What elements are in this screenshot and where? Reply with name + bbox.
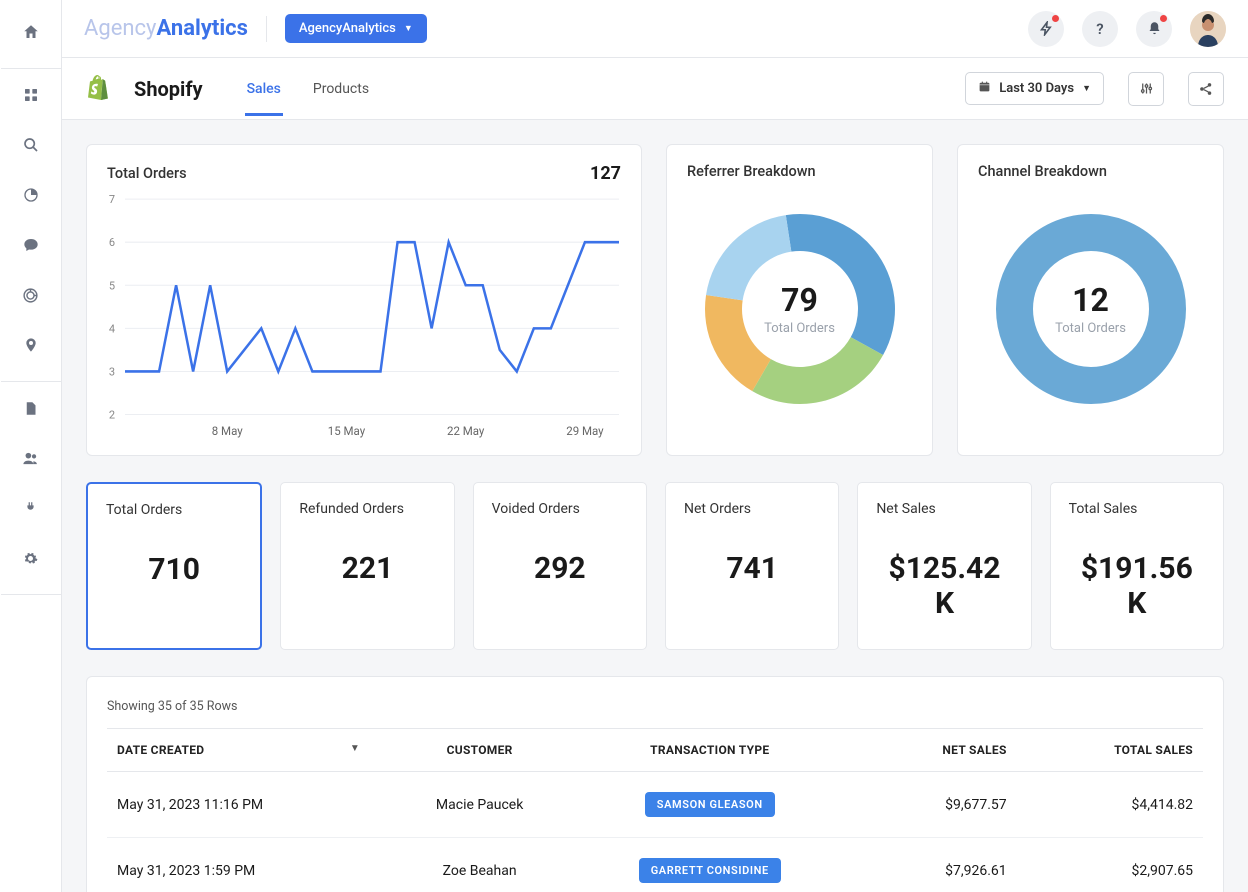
cell-type: SAMSON GLEASON	[589, 772, 830, 838]
date-range-button[interactable]: Last 30 Days ▼	[965, 72, 1104, 105]
workspace-dropdown[interactable]: AgencyAnalytics ▼	[285, 14, 427, 43]
col-type[interactable]: TRANSACTION TYPE	[589, 729, 830, 772]
card-title: Total Orders	[107, 165, 187, 182]
kpi-title: Total Orders	[106, 502, 242, 518]
kpi-card[interactable]: Refunded Orders 221	[280, 482, 454, 650]
svg-text:22 May: 22 May	[447, 424, 485, 438]
kpi-title: Refunded Orders	[299, 501, 435, 517]
cell-date: May 31, 2023 1:59 PM	[107, 838, 370, 892]
settings-sliders-icon[interactable]	[1128, 72, 1164, 106]
kpi-title: Net Orders	[684, 501, 820, 517]
table-row[interactable]: May 31, 2023 1:59 PM Zoe Beahan GARRETT …	[107, 838, 1203, 892]
card-title: Referrer Breakdown	[687, 163, 912, 180]
pin-icon[interactable]	[11, 325, 51, 365]
card-title: Channel Breakdown	[978, 163, 1203, 180]
orders-table-card: Showing 35 of 35 Rows DATE CREATED▼ CUST…	[86, 676, 1224, 892]
orders-table: DATE CREATED▼ CUSTOMER TRANSACTION TYPE …	[107, 728, 1203, 892]
col-date[interactable]: DATE CREATED▼	[107, 729, 370, 772]
cell-date: May 31, 2023 11:16 PM	[107, 772, 370, 838]
bell-icon[interactable]	[1136, 11, 1172, 47]
cell-net: $7,926.61	[830, 838, 1016, 892]
cell-customer: Zoe Beahan	[370, 838, 589, 892]
gear-icon[interactable]	[11, 538, 51, 578]
users-icon[interactable]	[11, 438, 51, 478]
referrer-breakdown-card: Referrer Breakdown 79 Total Orders	[666, 144, 933, 456]
table-row[interactable]: May 31, 2023 11:16 PM Macie Paucek SAMSO…	[107, 772, 1203, 838]
channel-breakdown-card: Channel Breakdown 12 Total Orders	[957, 144, 1224, 456]
kpi-title: Voided Orders	[492, 501, 628, 517]
tab-products[interactable]: Products	[311, 61, 371, 116]
svg-text:6: 6	[109, 236, 115, 249]
col-customer[interactable]: CUSTOMER	[370, 729, 589, 772]
divider	[266, 16, 267, 42]
col-total[interactable]: TOTAL SALES	[1017, 729, 1203, 772]
cell-net: $9,677.57	[830, 772, 1016, 838]
kpi-row: Total Orders 710 Refunded Orders 221 Voided …	[86, 482, 1224, 650]
transaction-badge[interactable]: GARRETT CONSIDINE	[639, 858, 781, 883]
kpi-card[interactable]: Net Sales $125.42 K	[857, 482, 1031, 650]
nav-sidebar	[0, 0, 62, 892]
kpi-title: Total Sales	[1069, 501, 1205, 517]
dashboard-icon[interactable]	[11, 75, 51, 115]
kpi-value: 292	[492, 551, 628, 586]
calendar-icon	[978, 80, 991, 97]
shopify-icon	[86, 76, 110, 102]
kpi-value: 710	[106, 552, 242, 587]
svg-text:2: 2	[109, 409, 115, 422]
chevron-down-icon: ▼	[404, 23, 413, 34]
kpi-card[interactable]: Total Sales $191.56 K	[1050, 482, 1224, 650]
report-icon[interactable]	[11, 388, 51, 428]
kpi-value: 741	[684, 551, 820, 586]
page-title: Shopify	[134, 77, 203, 101]
help-icon[interactable]: ?	[1082, 11, 1118, 47]
svg-text:4: 4	[109, 322, 115, 335]
share-icon[interactable]	[1188, 72, 1224, 106]
transaction-badge[interactable]: SAMSON GLEASON	[645, 792, 775, 817]
kpi-card[interactable]: Net Orders 741	[665, 482, 839, 650]
content-area: Total Orders 127 2 3 4 5 6 7 8 May 15 May 22 May…	[62, 120, 1248, 892]
donut-center-value: 79	[764, 281, 835, 319]
donut-center-label: Total Orders	[1055, 321, 1126, 336]
line-chart: 2 3 4 5 6 7 8 May 15 May 22 May 29 May	[105, 193, 625, 443]
kpi-card[interactable]: Total Orders 710	[86, 482, 262, 650]
home-icon[interactable]	[11, 12, 51, 52]
kpi-value: $125.42 K	[876, 551, 1012, 621]
kpi-title: Net Sales	[876, 501, 1012, 517]
kpi-card[interactable]: Voided Orders 292	[473, 482, 647, 650]
svg-text:7: 7	[109, 193, 115, 206]
donut-center-label: Total Orders	[764, 321, 835, 336]
cell-customer: Macie Paucek	[370, 772, 589, 838]
chat-icon[interactable]	[11, 225, 51, 265]
svg-text:29 May: 29 May	[566, 424, 604, 438]
top-header: AgencyAnalytics AgencyAnalytics ▼ ?	[62, 0, 1248, 58]
svg-text:8 May: 8 May	[212, 424, 243, 438]
card-value: 127	[590, 163, 621, 184]
search-icon[interactable]	[11, 125, 51, 165]
cell-total: $2,907.65	[1017, 838, 1203, 892]
target-icon[interactable]	[11, 275, 51, 315]
activity-icon[interactable]	[1028, 11, 1064, 47]
plug-icon[interactable]	[11, 488, 51, 528]
svg-text:5: 5	[109, 279, 115, 292]
total-orders-chart-card: Total Orders 127 2 3 4 5 6 7 8 May 15 May 22 May…	[86, 144, 642, 456]
cell-total: $4,414.82	[1017, 772, 1203, 838]
page-header: Shopify Sales Products Last 30 Days ▼	[62, 58, 1248, 120]
kpi-value: 221	[299, 551, 435, 586]
table-rows-info: Showing 35 of 35 Rows	[107, 695, 1203, 728]
sort-desc-icon: ▼	[350, 743, 360, 754]
col-net[interactable]: NET SALES	[830, 729, 1016, 772]
svg-text:15 May: 15 May	[328, 424, 366, 438]
tabs: Sales Products	[245, 61, 371, 116]
cell-type: GARRETT CONSIDINE	[589, 838, 830, 892]
tab-sales[interactable]: Sales	[245, 61, 283, 116]
donut-center-value: 12	[1055, 281, 1126, 319]
kpi-value: $191.56 K	[1069, 551, 1205, 621]
pie-chart-icon[interactable]	[11, 175, 51, 215]
chevron-down-icon: ▼	[1082, 83, 1091, 94]
brand-logo[interactable]: AgencyAnalytics	[84, 16, 248, 41]
user-avatar[interactable]	[1190, 11, 1226, 47]
svg-text:3: 3	[109, 365, 115, 378]
